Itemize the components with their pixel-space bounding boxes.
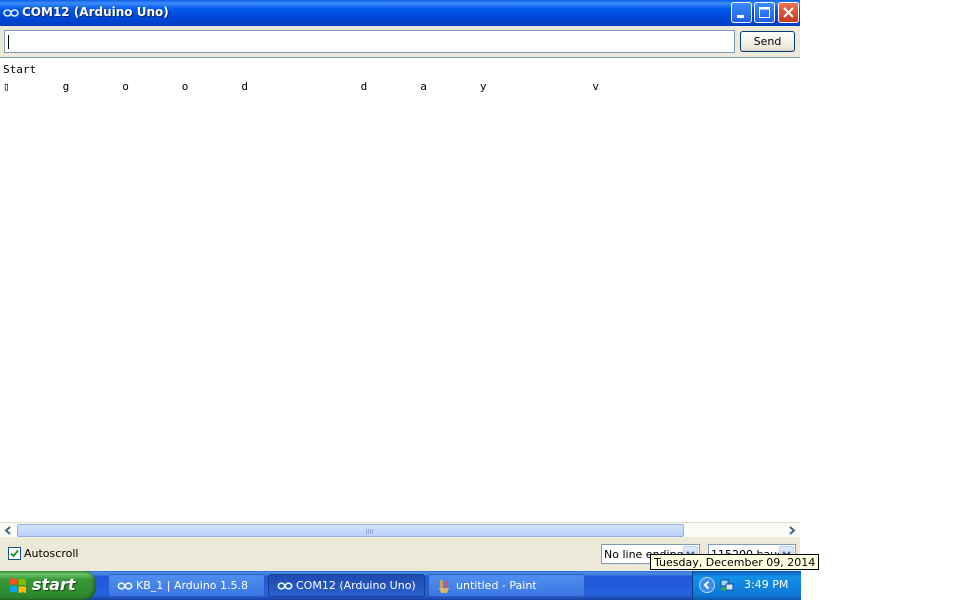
paint-icon <box>439 580 449 593</box>
close-button[interactable] <box>778 2 799 23</box>
checkmark-icon <box>10 549 19 558</box>
start-button[interactable]: start <box>0 571 96 600</box>
serial-input[interactable] <box>4 30 735 53</box>
scroll-grip <box>366 529 374 534</box>
arduino-infinity-icon <box>277 582 293 590</box>
autoscroll-label: Autoscroll <box>24 547 79 560</box>
taskbar-item-label: untitled - Paint <box>456 579 537 592</box>
taskbar-clock[interactable]: 3:49 PM <box>744 578 788 591</box>
windows-logo-icon <box>10 578 26 593</box>
horizontal-scrollbar[interactable] <box>0 522 800 537</box>
network-icon[interactable] <box>719 577 735 593</box>
taskbar-item-serial-monitor[interactable]: COM12 (Arduino Uno) <box>268 574 425 597</box>
autoscroll-checkbox[interactable] <box>8 547 21 560</box>
window-title: COM12 (Arduino Uno) <box>22 5 169 19</box>
send-button[interactable]: Send <box>740 31 795 52</box>
text-caret <box>8 35 9 49</box>
chevron-left-icon <box>4 526 11 535</box>
taskbar-item-arduino-ide[interactable]: KB_1 | Arduino 1.5.8 <box>108 574 265 597</box>
minimize-icon <box>737 15 744 18</box>
taskbar-item-label: KB_1 | Arduino 1.5.8 <box>136 579 249 592</box>
system-tray: 3:49 PM <box>692 571 801 600</box>
maximize-button[interactable] <box>754 2 775 23</box>
arduino-infinity-icon <box>117 582 133 590</box>
close-icon <box>783 7 794 18</box>
output-line: ▯ g o o d d a y v <box>3 80 600 93</box>
taskbar-item-paint[interactable]: untitled - Paint <box>428 574 585 597</box>
start-label: start <box>32 575 76 594</box>
chevron-right-icon <box>789 526 796 535</box>
taskbar: start KB_1 | Arduino 1.5.8 COM12 (Arduin… <box>0 571 801 600</box>
serial-output[interactable]: Start ▯ g o o d d a y v <box>0 57 800 522</box>
scroll-right-button[interactable] <box>783 523 800 538</box>
date-tooltip: Tuesday, December 09, 2014 <box>650 554 820 570</box>
scroll-left-button[interactable] <box>0 523 17 538</box>
taskbar-item-label: COM12 (Arduino Uno) <box>296 579 416 592</box>
arduino-infinity-icon <box>3 9 19 17</box>
serial-monitor-window: COM12 (Arduino Uno) Send Start ▯ g o o d… <box>0 0 800 571</box>
show-hidden-icons-button[interactable] <box>699 577 715 593</box>
title-bar[interactable]: COM12 (Arduino Uno) <box>0 0 800 26</box>
maximize-icon <box>759 7 770 18</box>
chevron-left-icon <box>703 580 710 590</box>
minimize-button[interactable] <box>731 2 752 23</box>
output-line: Start <box>3 63 37 76</box>
scroll-thumb[interactable] <box>17 524 684 537</box>
